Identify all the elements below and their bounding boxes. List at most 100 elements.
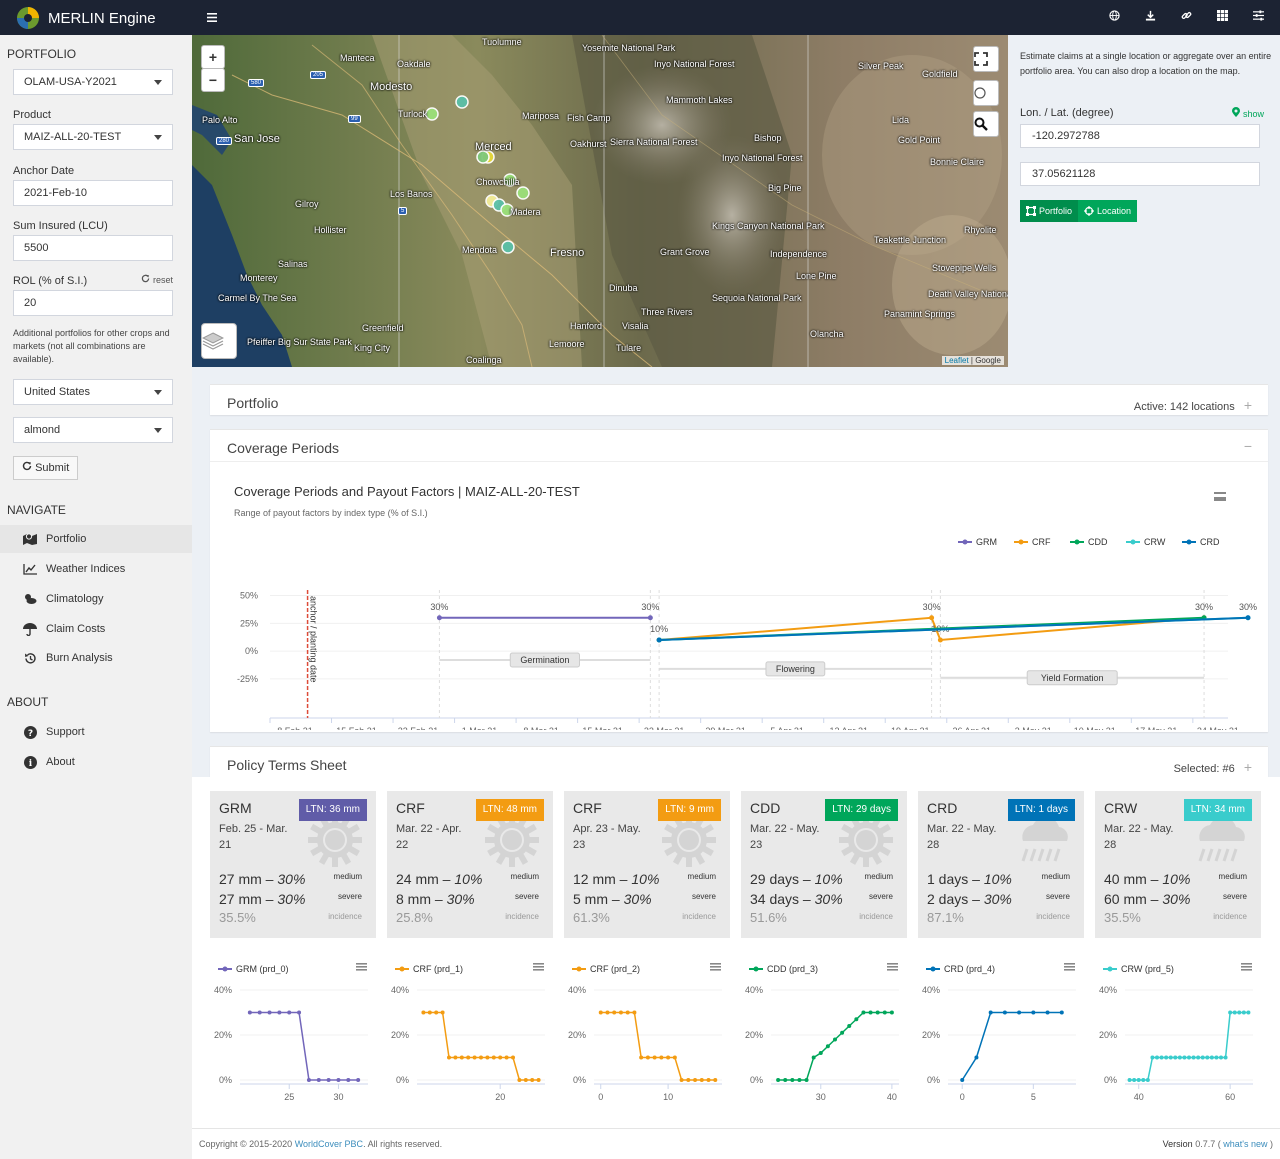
payout-point[interactable] [297, 1010, 302, 1015]
payout-point[interactable] [247, 1010, 252, 1015]
payout-point[interactable] [790, 1078, 795, 1082]
payout-point[interactable] [1141, 1078, 1146, 1082]
payout-point[interactable] [1132, 1078, 1137, 1082]
sliders-icon[interactable] [1250, 9, 1266, 25]
payout-point[interactable] [825, 1044, 830, 1049]
payout-point[interactable] [1059, 1010, 1064, 1015]
layers-button[interactable] [201, 323, 237, 359]
payout-point[interactable] [713, 1078, 718, 1082]
payout-line[interactable] [249, 1011, 359, 1081]
payout-line[interactable] [961, 1011, 1062, 1081]
chart-menu-icon[interactable] [533, 966, 544, 968]
policy-card-crf[interactable]: CRF LTN: 48 mm Mar. 22 - Apr. 22 24 mm –… [387, 791, 553, 938]
payout-line[interactable] [600, 1011, 716, 1081]
payout-point[interactable] [1045, 1010, 1050, 1015]
payout-point[interactable] [882, 1010, 887, 1015]
sidebar-toggle-icon[interactable] [207, 9, 217, 25]
payout-point[interactable] [504, 1055, 509, 1060]
payout-point[interactable] [267, 1010, 272, 1015]
payout-point[interactable] [287, 1010, 292, 1015]
payout-point[interactable] [346, 1078, 351, 1082]
zoom-in-button[interactable]: + [201, 45, 225, 69]
product-select[interactable]: MAIZ-ALL-20-TEST [13, 124, 173, 150]
chart-menu-icon[interactable] [887, 966, 898, 968]
nav-item-burn-analysis[interactable]: Burn Analysis [0, 644, 192, 672]
portfolio-map[interactable]: Tuolumne Yosemite National Park Manteca Oak… [192, 35, 1008, 367]
sum-insured-input[interactable]: 5500 [13, 235, 173, 261]
payout-point[interactable] [693, 1078, 698, 1082]
nav-item-support[interactable]: ? Support [0, 718, 192, 746]
portfolio-mode-button[interactable]: Portfolio [1020, 200, 1079, 222]
payout-point[interactable] [679, 1078, 684, 1082]
payout-point[interactable] [818, 1051, 823, 1055]
nav-item-weather-indices[interactable]: Weather Indices [0, 555, 192, 583]
mini-legend-label[interactable]: CRW (prd_5) [1121, 964, 1174, 974]
payout-point[interactable] [598, 1010, 603, 1015]
chart-menu-icon[interactable] [1064, 963, 1075, 965]
payout-point[interactable] [618, 1010, 623, 1015]
chart-menu-icon[interactable] [710, 969, 721, 971]
globe-icon[interactable] [1106, 9, 1122, 25]
payout-point[interactable] [861, 1010, 866, 1015]
payout-point[interactable] [625, 1010, 630, 1015]
payout-point[interactable] [1214, 1055, 1219, 1060]
payout-point[interactable] [491, 1055, 496, 1060]
link-icon[interactable] [1178, 9, 1194, 25]
payout-point[interactable] [1246, 1010, 1251, 1015]
payout-point[interactable] [776, 1078, 781, 1082]
draw-circle-button[interactable] [973, 80, 999, 106]
payout-point[interactable] [672, 1055, 677, 1060]
rol-reset-link[interactable]: reset [141, 274, 173, 285]
payout-point[interactable] [632, 1010, 637, 1015]
whats-new-link[interactable]: what's new [1223, 1139, 1267, 1149]
chart-menu-icon[interactable] [1064, 966, 1075, 968]
portfolio-panel-header[interactable]: Portfolio Active: 142 locations + [210, 385, 1268, 417]
payout-point[interactable] [1031, 1010, 1036, 1015]
location-mode-button[interactable]: Location [1078, 200, 1138, 222]
payout-point[interactable] [257, 1010, 262, 1015]
payout-point[interactable] [783, 1078, 788, 1082]
country-select[interactable]: United States [13, 379, 173, 405]
payout-point[interactable] [316, 1078, 321, 1082]
payout-point[interactable] [847, 1024, 852, 1028]
payout-point[interactable] [336, 1078, 341, 1082]
anchor-date-input[interactable]: 2021-Feb-10 [13, 180, 173, 206]
chart-menu-icon[interactable] [887, 963, 898, 965]
payout-point[interactable] [699, 1078, 704, 1082]
portfolio-location-marker[interactable] [516, 186, 530, 200]
payout-point[interactable] [666, 1055, 671, 1060]
payout-point[interactable] [659, 1055, 664, 1060]
payout-point[interactable] [645, 1055, 650, 1060]
latitude-input[interactable]: 37.05621128 [1020, 162, 1260, 186]
expand-plus-icon[interactable]: + [1244, 759, 1252, 775]
payout-point[interactable] [974, 1055, 979, 1060]
payout-point[interactable] [706, 1078, 711, 1082]
payout-point[interactable] [1127, 1078, 1132, 1082]
chart-menu-icon[interactable] [356, 966, 367, 968]
payout-point[interactable] [447, 1055, 451, 1060]
payout-point[interactable] [277, 1010, 282, 1015]
expand-plus-icon[interactable]: + [1244, 397, 1252, 413]
nav-item-about[interactable]: i About [0, 748, 192, 776]
payout-point[interactable] [1196, 1055, 1201, 1060]
payout-point[interactable] [530, 1078, 535, 1082]
chart-menu-icon[interactable] [1241, 963, 1252, 965]
payout-point[interactable] [421, 1010, 426, 1015]
payout-point[interactable] [1209, 1055, 1214, 1060]
legend-item-crd[interactable]: CRD [1200, 537, 1220, 547]
payout-point[interactable] [833, 1037, 837, 1042]
payout-point[interactable] [804, 1078, 809, 1082]
chart-menu-icon[interactable] [356, 969, 367, 971]
chart-menu-icon[interactable] [710, 963, 721, 965]
payout-point[interactable] [612, 1010, 617, 1015]
payout-point[interactable] [1173, 1055, 1178, 1060]
payout-point[interactable] [1168, 1055, 1173, 1060]
mini-legend-label[interactable]: CDD (prd_3) [767, 964, 818, 974]
nav-item-portfolio[interactable]: Portfolio [0, 525, 192, 553]
download-icon[interactable] [1142, 9, 1158, 25]
legend-item-grm[interactable]: GRM [976, 537, 997, 547]
mini-legend-label[interactable]: CRF (prd_2) [590, 964, 640, 974]
map-search-button[interactable] [973, 111, 999, 137]
payout-point[interactable] [1205, 1055, 1210, 1060]
payout-point[interactable] [1002, 1010, 1007, 1015]
